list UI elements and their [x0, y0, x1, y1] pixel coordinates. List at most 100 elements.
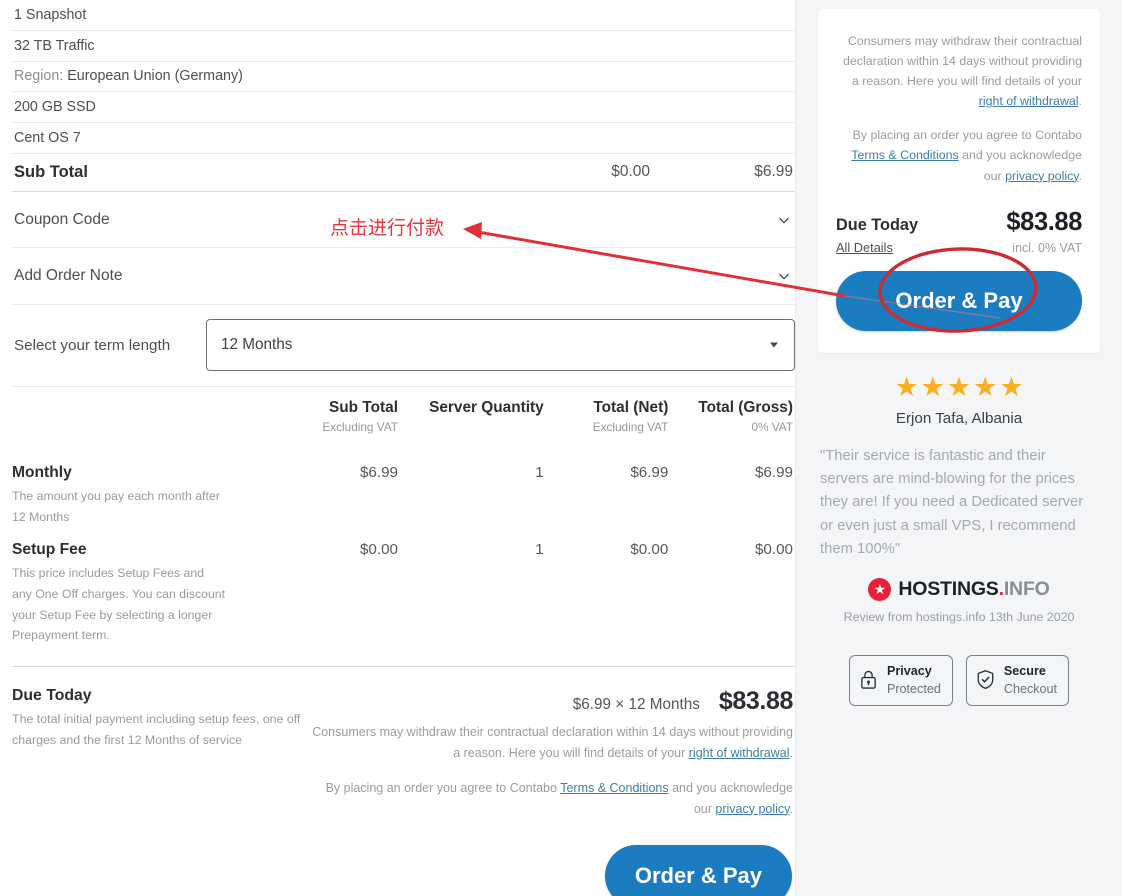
legal-text-part: Consumers may withdraw their contractual… — [842, 34, 1082, 89]
checkout-sidebar: Consumers may withdraw their contractual… — [795, 0, 1122, 896]
spec-item: Cent OS 7 — [12, 123, 795, 154]
withdrawal-legal-text: Consumers may withdraw their contractual… — [312, 722, 793, 764]
legal-text-part: . — [1078, 94, 1082, 109]
main-pay-button-wrap: Order & Pay — [12, 845, 795, 896]
spec-item-label: 1 Snapshot — [14, 6, 87, 23]
coupon-code-label: Coupon Code — [14, 210, 110, 228]
vat-note: incl. 0% VAT — [1012, 240, 1082, 255]
star-icon: ★ — [894, 371, 919, 402]
chevron-down-icon — [777, 269, 791, 283]
col-header-total-net: Total (Net) Excluding VAT — [592, 398, 669, 434]
term-length-label: Select your term length — [14, 336, 171, 354]
shield-check-icon — [976, 669, 996, 691]
lock-icon — [859, 669, 879, 691]
sidebar-order-and-pay-button[interactable]: Order & Pay — [836, 270, 1082, 331]
col-header-blank — [12, 391, 281, 450]
sub-total-setup-value: $0.00 — [611, 163, 650, 181]
row-total-gross: $6.99 — [754, 463, 793, 481]
reviewer-name: Erjon Tafa, Albania — [895, 409, 1023, 427]
due-today-amount-line: $6.99 × 12 Months $83.88 — [312, 686, 794, 716]
due-today-amount: $83.88 — [718, 686, 793, 715]
right-of-withdrawal-link[interactable]: right of withdrawal — [689, 746, 790, 760]
privacy-policy-link[interactable]: privacy policy — [715, 802, 789, 816]
sub-total-label: Sub Total — [14, 162, 88, 181]
badge-line-2: Protected — [886, 682, 941, 697]
review-source: Review from hostings.info 13th June 2020 — [843, 609, 1075, 624]
privacy-policy-link[interactable]: privacy policy — [1005, 169, 1078, 183]
terms-conditions-link[interactable]: Terms & Conditions — [560, 781, 668, 795]
annotation-label: 点击进行付款 — [330, 217, 445, 239]
legal-text-part: . — [1078, 168, 1082, 183]
review-quote: "Their service is fantastic and their se… — [820, 447, 1084, 558]
badge-line-1: Secure — [1003, 663, 1046, 678]
secure-checkout-badge: Secure Checkout — [965, 654, 1070, 707]
col-header-sub-total: Sub Total Excluding VAT — [322, 398, 398, 434]
star-icon: ★ — [946, 371, 972, 402]
row-quantity: 1 — [535, 541, 544, 559]
spec-item: 200 GB SSD — [12, 92, 795, 124]
privacy-protected-badge: Privacy Protected — [848, 654, 953, 707]
table-row: Setup Fee This price includes Setup Fees… — [12, 527, 795, 646]
spec-item: 1 Snapshot — [12, 0, 795, 31]
star-badge-icon: ★ — [868, 577, 892, 601]
spec-item-label: Cent OS 7 — [14, 130, 81, 147]
badge-text: Secure Checkout — [1004, 662, 1057, 700]
sidebar-terms-legal: By placing an order you agree to Contabo… — [836, 125, 1082, 185]
due-today-left: Due Today The total initial payment incl… — [12, 687, 312, 820]
all-details-link[interactable]: All Details — [836, 240, 893, 255]
spec-item-label: 32 TB Traffic — [14, 37, 95, 54]
badge-line-2: Checkout — [1003, 682, 1058, 697]
table-row: Monthly The amount you pay each month af… — [12, 450, 795, 527]
right-of-withdrawal-link[interactable]: right of withdrawal — [979, 94, 1079, 108]
star-icon: ★ — [999, 371, 1024, 402]
row-description-cell: Monthly The amount you pay each month af… — [12, 450, 281, 527]
due-today-right: $6.99 × 12 Months $83.88 Consumers may w… — [312, 687, 795, 820]
due-today-description: The total initial payment including setu… — [12, 711, 301, 747]
star-icon: ★ — [920, 371, 945, 402]
due-today-section: Due Today The total initial payment incl… — [12, 665, 795, 820]
col-header-total-gross: Total (Gross) 0% VAT — [698, 398, 793, 434]
spec-item-region: Region: European Union (Germany) — [12, 62, 795, 93]
due-today-title: Due Today — [12, 686, 92, 704]
col-header-server-quantity: Server Quantity — [429, 398, 544, 416]
row-total-net: $0.00 — [630, 541, 669, 559]
legal-text-part: By placing an order you agree to Contabo — [852, 128, 1082, 143]
row-quantity: 1 — [535, 463, 544, 481]
sidebar-due-today-amount: $83.88 — [1006, 207, 1082, 236]
badge-line-1: Privacy — [886, 663, 932, 678]
legal-text-part: . — [789, 801, 793, 816]
chevron-down-icon — [770, 342, 778, 348]
spec-list: 1 Snapshot 32 TB Traffic Region: Europea… — [12, 0, 795, 154]
spec-item-label: European Union (Germany) — [67, 68, 243, 85]
sidebar-due-today-subrow: All Details incl. 0% VAT — [836, 240, 1082, 255]
add-order-note-label: Add Order Note — [14, 267, 123, 285]
hostings-info-logo: ★ HOSTINGS.INFO — [818, 577, 1100, 601]
legal-text-part: . — [789, 745, 793, 760]
spec-item: 32 TB Traffic — [12, 31, 795, 62]
row-title: Setup Fee — [12, 541, 87, 559]
term-length-row: Select your term length 12 Months — [12, 305, 795, 387]
row-sub-total: $0.00 — [359, 541, 398, 559]
row-total-gross: $0.00 — [754, 541, 793, 559]
order-and-pay-button[interactable]: Order & Pay — [604, 845, 792, 896]
star-icon: ★ — [973, 371, 998, 402]
sidebar-due-today-row: Due Today $83.88 — [836, 208, 1082, 237]
order-summary-column: 1 Snapshot 32 TB Traffic Region: Europea… — [0, 0, 795, 896]
legal-text-part: By placing an order you agree to Contabo — [325, 780, 561, 795]
sub-total-monthly-value: $6.99 — [754, 163, 793, 181]
trust-badges: Privacy Protected Secure Checkout — [818, 654, 1100, 707]
row-description-cell: Setup Fee This price includes Setup Fees… — [12, 527, 281, 646]
spec-item-prefix: Region: — [14, 68, 64, 85]
row-total-net: $6.99 — [630, 463, 669, 481]
pricing-table: Sub Total Excluding VAT Server Quantity … — [12, 391, 795, 646]
add-order-note-accordion[interactable]: Add Order Note — [12, 248, 795, 305]
badge-text: Privacy Protected — [887, 662, 941, 700]
sub-total-row: Sub Total $0.00 $6.99 — [12, 154, 795, 192]
sidebar-due-today-label: Due Today — [836, 215, 919, 234]
row-sub-total: $6.99 — [359, 463, 398, 481]
spec-item-label: 200 GB SSD — [14, 99, 96, 116]
hostings-info-wordmark: HOSTINGS.INFO — [898, 577, 1050, 600]
due-today-card: Consumers may withdraw their contractual… — [818, 9, 1100, 353]
term-length-select[interactable]: 12 Months — [206, 319, 795, 372]
terms-conditions-link[interactable]: Terms & Conditions — [851, 148, 958, 162]
